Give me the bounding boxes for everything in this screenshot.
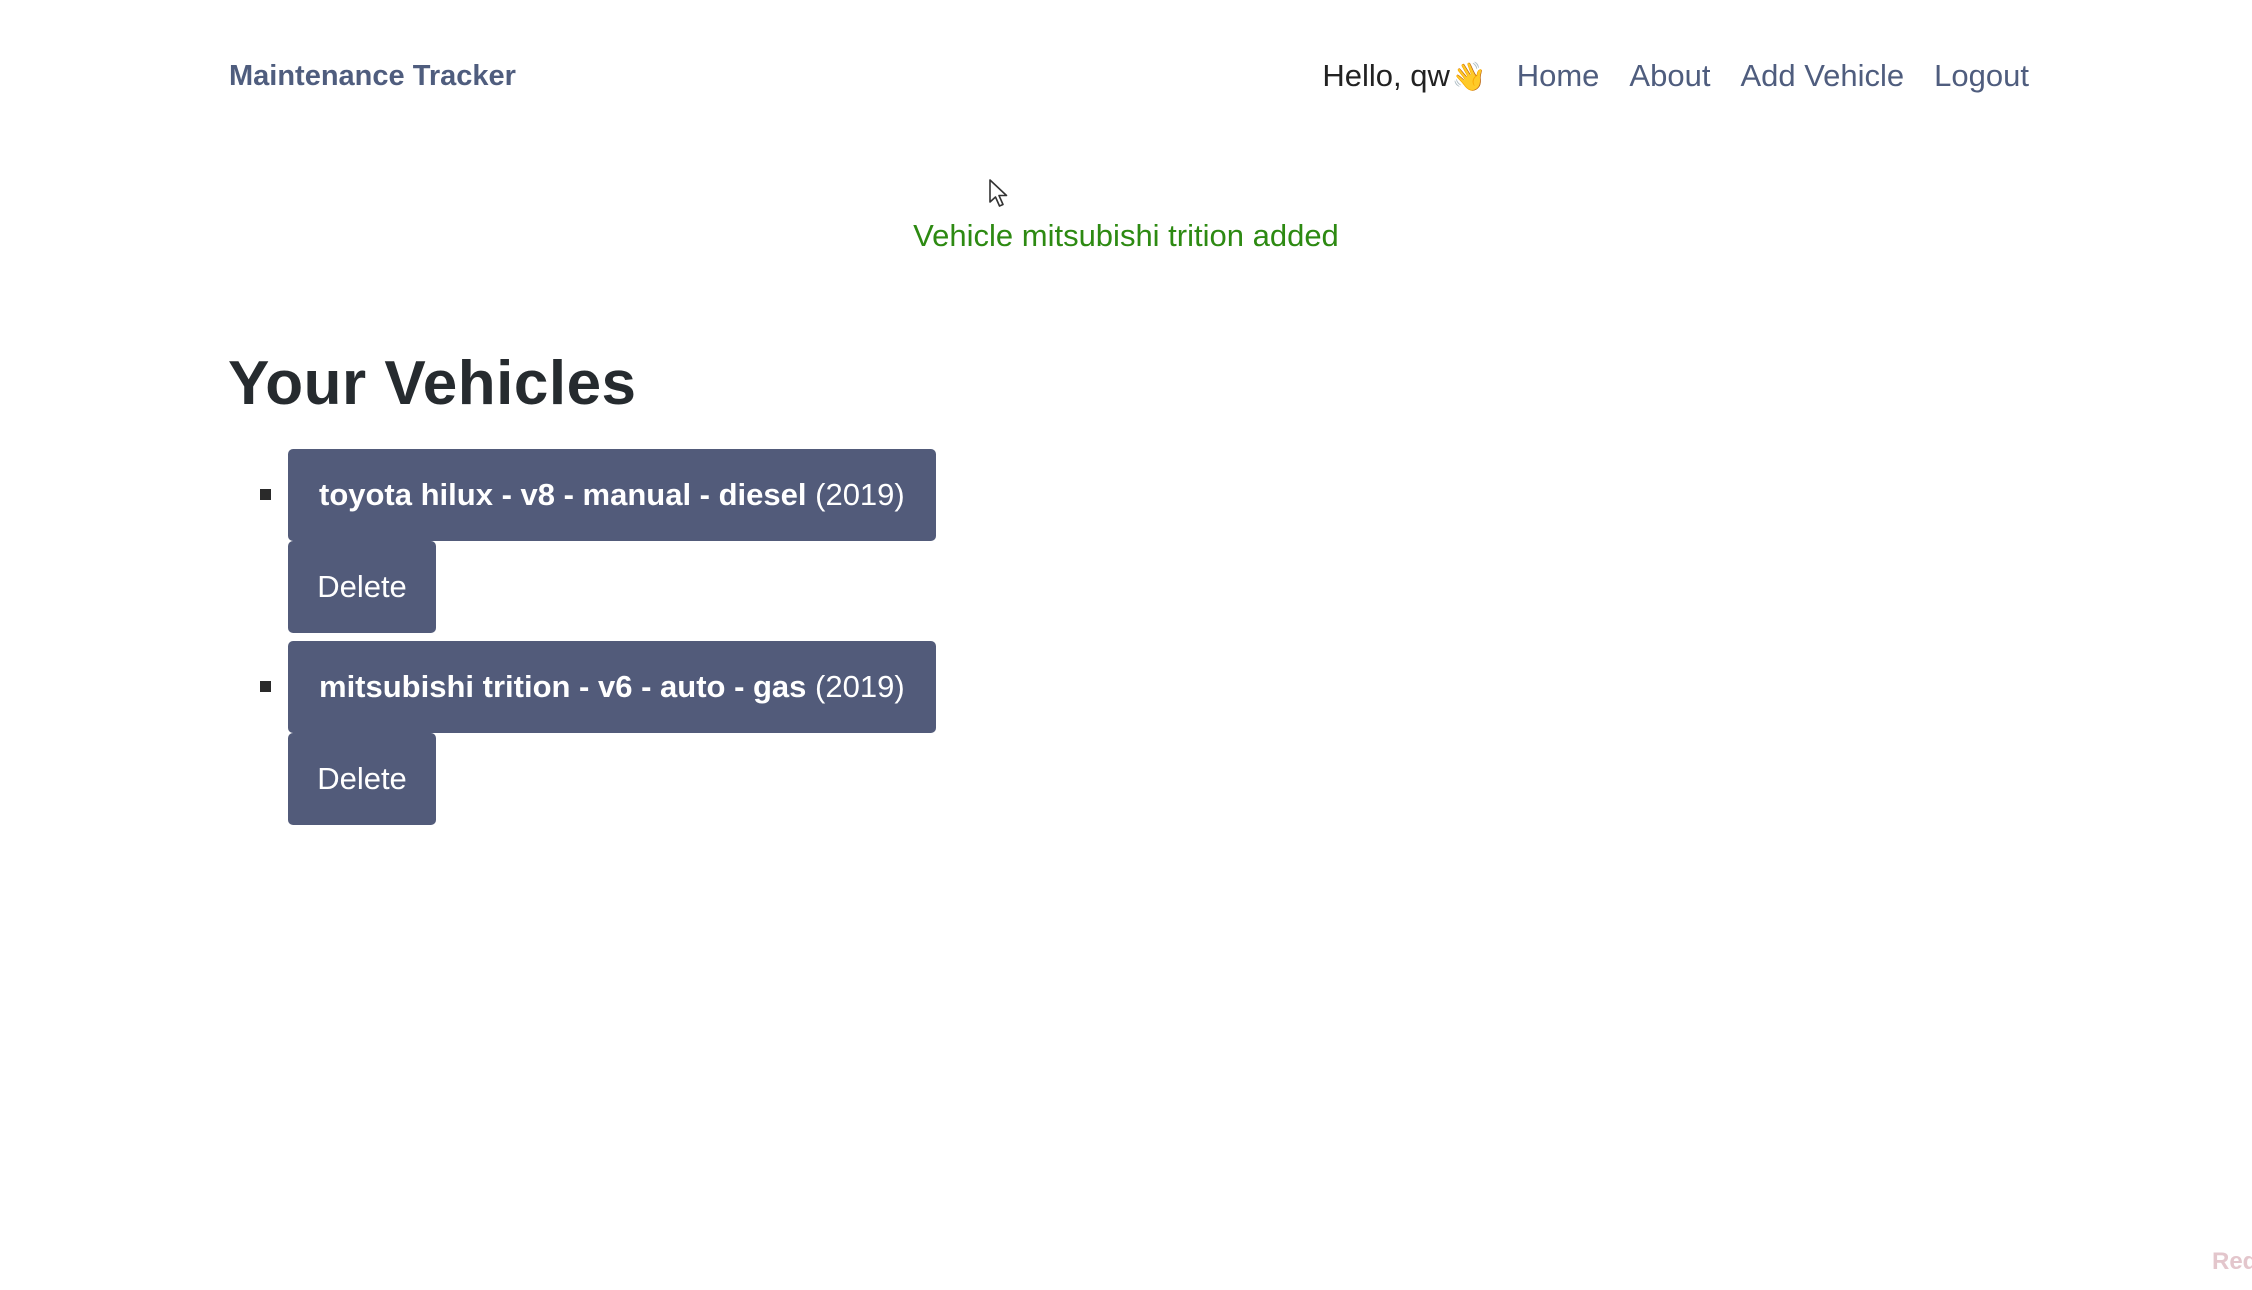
mouse-cursor-icon: [989, 179, 1008, 207]
top-navbar: Maintenance Tracker Hello, qw 👋 Home Abo…: [229, 48, 2029, 104]
vehicle-list: toyota hilux - v8 - manual - diesel (201…: [260, 449, 936, 833]
delete-button[interactable]: Delete: [288, 733, 436, 825]
corner-badge-text: Req: [2212, 1248, 2252, 1275]
page-title: Your Vehicles: [228, 349, 637, 418]
nav-link-home[interactable]: Home: [1517, 58, 1600, 94]
brand-link[interactable]: Maintenance Tracker: [229, 60, 516, 93]
user-greeting: Hello, qw 👋: [1322, 58, 1486, 94]
vehicle-year: (2019): [815, 477, 905, 512]
delete-button[interactable]: Delete: [288, 541, 436, 633]
vehicle-name: mitsubishi trition - v6 - auto - gas: [319, 669, 807, 704]
list-bullet: [260, 489, 271, 500]
nav-link-about[interactable]: About: [1629, 58, 1710, 94]
waving-hand-icon: 👋: [1451, 60, 1487, 92]
list-bullet: [260, 681, 271, 692]
nav-link-logout[interactable]: Logout: [1934, 58, 2029, 94]
vehicle-link[interactable]: mitsubishi trition - v6 - auto - gas (20…: [288, 641, 936, 733]
vehicle-link[interactable]: toyota hilux - v8 - manual - diesel (201…: [288, 449, 936, 541]
page: Maintenance Tracker Hello, qw 👋 Home Abo…: [0, 0, 2252, 1290]
nav-link-add-vehicle[interactable]: Add Vehicle: [1740, 58, 1904, 94]
list-item: toyota hilux - v8 - manual - diesel (201…: [260, 449, 936, 633]
flash-message: Vehicle mitsubishi trition added: [913, 218, 1339, 253]
vehicle-name: toyota hilux - v8 - manual - diesel: [319, 477, 807, 512]
vehicle-year: (2019): [815, 669, 905, 704]
list-item: mitsubishi trition - v6 - auto - gas (20…: [260, 641, 936, 825]
nav-right: Hello, qw 👋 Home About Add Vehicle Logou…: [1322, 58, 2029, 94]
greeting-text: Hello, qw: [1322, 58, 1450, 93]
